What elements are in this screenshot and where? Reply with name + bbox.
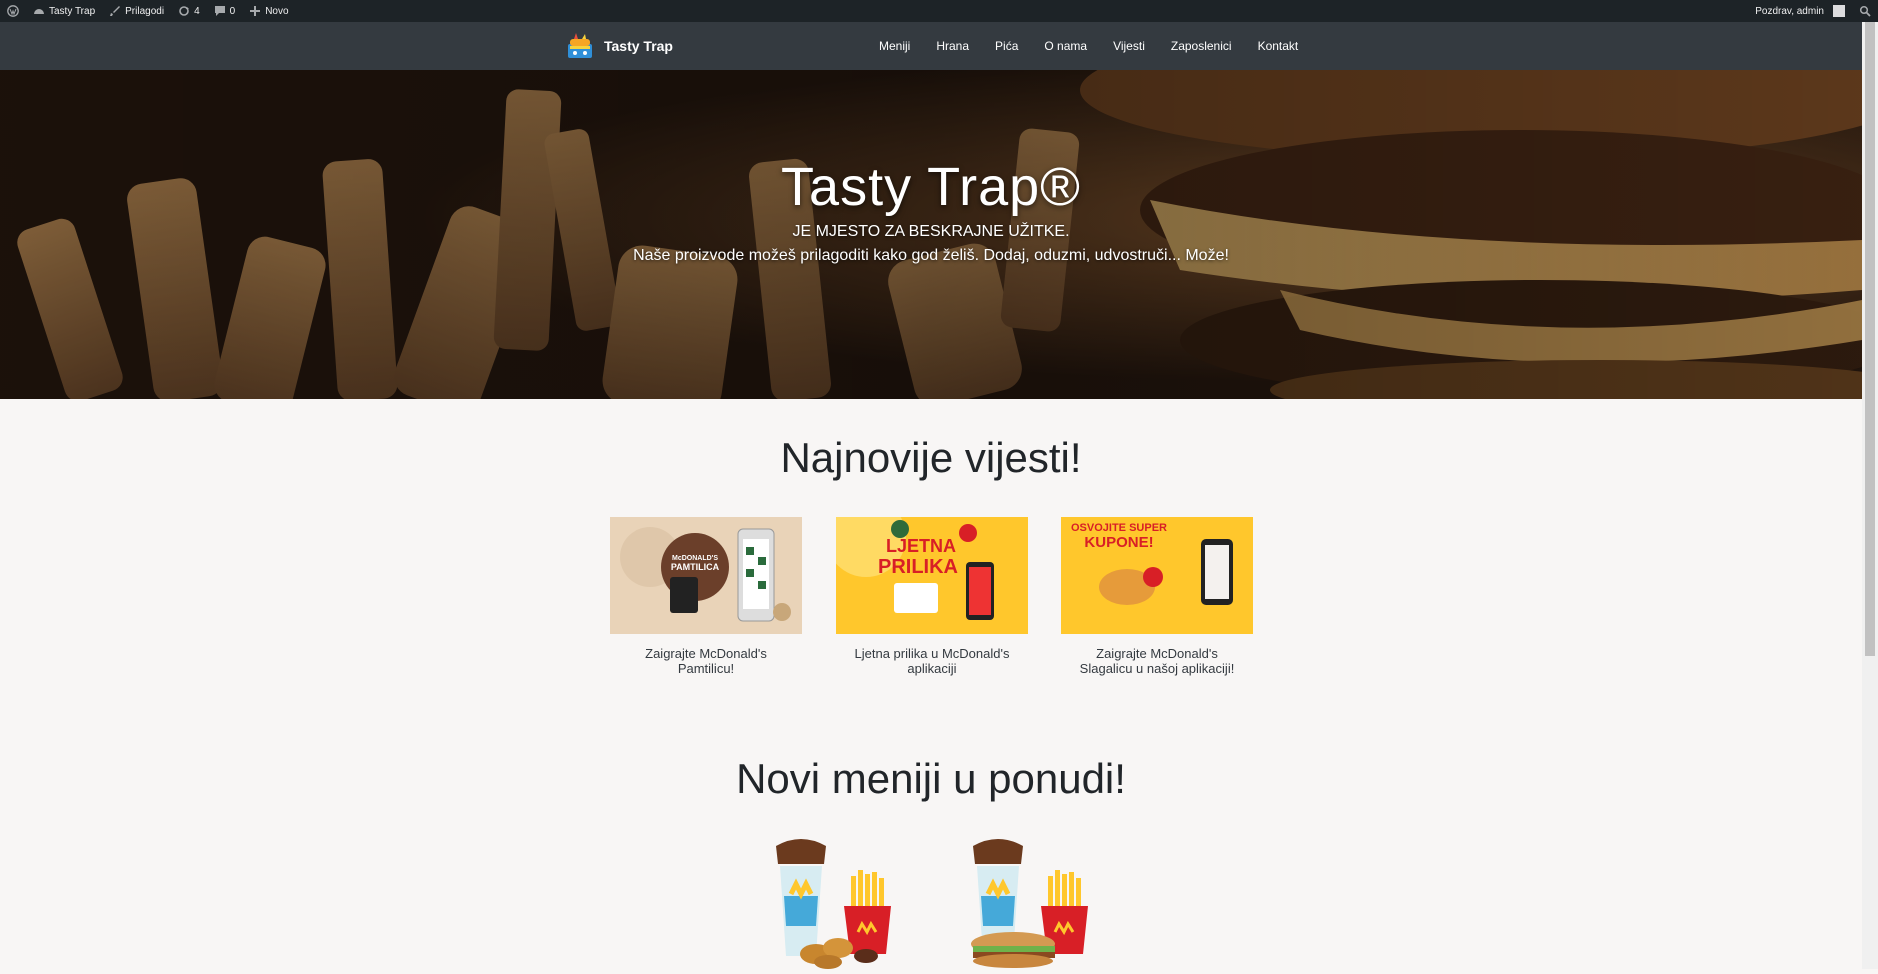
news-card[interactable]: McDONALD'S PAMTILICA Zaigrajte McDonald'… [610, 517, 802, 676]
greeting-text: Pozdrav, admin [1755, 5, 1824, 17]
nav-item-o-nama[interactable]: O nama [1031, 39, 1100, 53]
updates-icon [179, 6, 190, 16]
menu-image-nuggets [776, 839, 891, 969]
site-navbar: Tasty Trap Meniji Hrana Pića O nama Vije… [0, 22, 1878, 70]
news-image-text: PAMTILICA [671, 562, 720, 572]
news-card[interactable]: LJETNA PRILIKA Ljetna prilika u McDonald… [836, 517, 1028, 676]
updates-link[interactable]: 4 [171, 0, 207, 22]
news-caption: Zaigrajte McDonald's Slagalicu u našoj a… [1079, 646, 1235, 676]
new-content-link[interactable]: Novo [242, 0, 295, 22]
admin-search-button[interactable] [1852, 0, 1878, 22]
nav-item-kontakt[interactable]: Kontakt [1245, 39, 1312, 53]
dashboard-icon [34, 9, 44, 14]
nav-item-pica[interactable]: Pića [982, 39, 1031, 53]
news-image-slagalica: OSVOJITE SUPER KUPONE! [1061, 517, 1253, 634]
comments-link[interactable]: 0 [207, 0, 243, 22]
nav-item-vijesti[interactable]: Vijesti [1100, 39, 1158, 53]
menu-image-sandwich [971, 839, 1088, 968]
news-caption: Ljetna prilika u McDonald's aplikaciji [854, 646, 1010, 676]
news-image-ljetna-prilika: LJETNA PRILIKA [836, 517, 1028, 634]
customize-link[interactable]: Prilagodi [102, 0, 171, 22]
wordpress-logo-button[interactable] [0, 0, 26, 22]
news-image-text: KUPONE! [1084, 534, 1153, 551]
hero-title: Tasty Trap® [781, 157, 1081, 217]
nav-item-zaposlenici[interactable]: Zaposlenici [1158, 39, 1245, 53]
comment-icon [214, 6, 225, 16]
menu-item-sandwich[interactable] [963, 836, 1103, 969]
admin-bar: Tasty Trap Prilagodi 4 0 Novo Pozdrav, a… [0, 0, 1878, 22]
hero-subtitle: JE MJESTO ZA BESKRAJNE UŽITKE. [792, 223, 1070, 240]
brand-link[interactable]: Tasty Trap [564, 30, 673, 62]
brush-icon [110, 6, 121, 16]
main-menu: Meniji Hrana Pića O nama Vijesti Zaposle… [866, 22, 1311, 70]
admin-site-label: Tasty Trap [49, 5, 96, 17]
news-image-text: LJETNA [886, 536, 956, 556]
customize-label: Prilagodi [125, 5, 165, 17]
tasty-trap-logo [568, 33, 592, 58]
news-card[interactable]: OSVOJITE SUPER KUPONE! Zaigrajte McDonal… [1061, 517, 1253, 676]
news-image-text: OSVOJITE SUPER [1071, 522, 1167, 534]
nav-item-hrana[interactable]: Hrana [923, 39, 982, 53]
hero-banner: Tasty Trap® JE MJESTO ZA BESKRAJNE UŽITK… [0, 70, 1862, 399]
comments-count: 0 [229, 5, 236, 17]
page-scrollbar[interactable] [1862, 22, 1878, 969]
avatar [1833, 5, 1845, 17]
hero-description: Naše proizvode možeš prilagoditi kako go… [633, 247, 1229, 264]
news-section-title: Najnovije vijesti! [780, 434, 1082, 481]
nav-item-meniji[interactable]: Meniji [866, 39, 923, 53]
news-image-pamtilica: McDONALD'S PAMTILICA [610, 517, 802, 634]
news-image-text: McDONALD'S [672, 555, 718, 562]
updates-count: 4 [194, 5, 200, 17]
menus-section-title: Novi meniji u ponudi! [736, 755, 1126, 802]
scrollbar-thumb[interactable] [1865, 22, 1875, 656]
news-image-text: PRILIKA [878, 556, 958, 578]
brand-name: Tasty Trap [604, 38, 673, 54]
new-content-label: Novo [265, 5, 289, 17]
menu-item-nuggets[interactable] [766, 836, 906, 969]
news-caption: Zaigrajte McDonald's Pamtilicu! [645, 646, 767, 676]
wordpress-icon [7, 5, 19, 17]
plus-icon [250, 6, 261, 16]
admin-site-link[interactable]: Tasty Trap [26, 0, 102, 22]
account-menu[interactable]: Pozdrav, admin [1748, 0, 1852, 22]
search-icon [1859, 5, 1871, 17]
